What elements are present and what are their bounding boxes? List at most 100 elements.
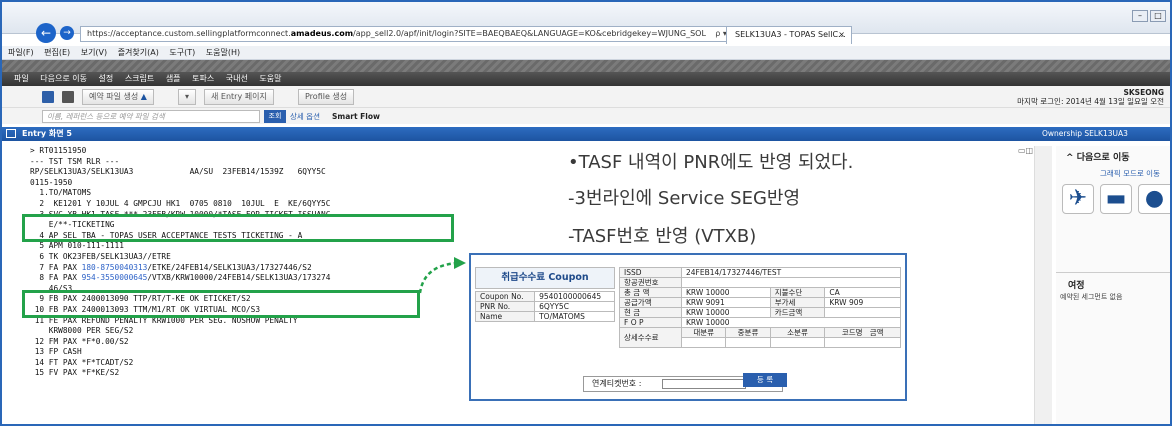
menu-view[interactable]: 보기(V) [81,48,107,57]
app-menu-settings[interactable]: 설정 [99,74,114,83]
menu-help[interactable]: 도움말(H) [206,48,240,57]
airplane-icon[interactable]: ✈ [1062,184,1094,214]
app-header-stripe [2,60,1170,72]
app-menu-help[interactable]: 도움말 [259,74,281,83]
table-row: 항공권번호 [619,277,901,288]
terminal-line: > RT01151950 [30,146,87,155]
coupon-title: 취급수수료 Coupon [475,267,615,289]
ticket-number-7[interactable]: 180-8750040313 [82,263,148,272]
url-domain: amadeus.com [290,29,354,38]
line7-prefix: 7 FA PAX [30,262,82,272]
terminal-line: 0115-1950 [30,177,73,187]
tab-close-icon[interactable]: × [838,27,845,43]
ownership-label: Ownership SELK13UA3 [1042,129,1128,138]
app-menu-domestic[interactable]: 국내선 [226,74,248,83]
last-login: 마지막 로그인: 2014년 4월 13일 일요일 오전 [1017,97,1164,106]
terminal-line: RP/SELK13UA3/SELK13UA3 AA/SU 23FEB14/153… [30,167,326,177]
itinerary-title: 여정 [1068,281,1085,291]
detail-option-link[interactable]: 상세 옵션 [290,110,320,123]
app-menu-sample[interactable]: 샘플 [166,74,181,83]
entry-screen-icon [6,129,16,138]
line8-rest: /VTXB/KRW10000/24FEB14/SELK13UA3/173274 [147,273,331,283]
linked-ticket-input[interactable] [662,379,746,389]
entry-title: Entry 화면 5 [22,129,73,138]
address-input[interactable]: https://acceptance.custom.sellingplatfor… [80,26,740,42]
coupon-right-table: ISSD 24FEB14/17327446/TEST 항공권번호 총 금 액 KRW… [619,267,901,348]
ticket-number-8[interactable]: 954-3550000645 [82,273,148,282]
new-entry-button[interactable]: 새 Entry 페이지 [204,89,274,105]
app-menu-topas[interactable]: 토파스 [192,74,214,83]
car-icon[interactable]: ● [1138,184,1170,214]
goto-title-label: 다음으로 이동 [1076,153,1130,163]
app-menu-file[interactable]: 파일 [14,74,29,83]
issd-value: 24FEB14/17327446/TEST [681,267,901,278]
terminal-line: 12 FM PAX *F*0.00/S2 [30,336,129,346]
create-reservation-label: 예약 파일 생성 [89,92,139,101]
menu-tools[interactable]: 도구(T) [169,48,195,57]
terminal-line: 14 FT PAX *F*TCADT/S2 [30,357,134,367]
forward-icon[interactable]: → [60,26,74,40]
table-row: ISSD 24FEB14/17327446/TEST [619,267,901,278]
search-button[interactable]: 조회 [264,110,286,123]
hotel-bed-icon[interactable]: ▬ [1100,184,1132,214]
cash-label: 현 금 [619,307,682,318]
chevron-up-icon[interactable]: ^ [1066,153,1077,163]
goto-title: ^ 다음으로 이동 [1066,150,1130,163]
detail-cell [680,337,727,348]
pane-layout-icons[interactable]: ▭◫ [1018,146,1033,155]
dropdown-icon[interactable]: ▾ [178,89,196,105]
browser-tab[interactable]: SELK13UA3 - TOPAS SellC... × [726,26,852,44]
pnr-no-value: 6QYY5C [534,301,615,312]
coupon-left-table: Coupon No. 9540100000645 PNR No. 6QYY5C Na… [474,291,615,322]
create-reservation-button[interactable]: 예약 파일 생성 ▲ [82,89,154,105]
detail-header-code-label: 코드명 [841,328,863,337]
airline-ticket-value [681,277,901,288]
fop-value: KRW 10000 [681,317,901,328]
airline-ticket-label: 항공권번호 [619,277,682,288]
save-icon[interactable] [42,91,54,103]
payment-method-label: 지불수단 [769,287,826,298]
smart-flow-link[interactable]: Smart Flow [332,110,380,123]
search-input[interactable]: 이름, 레퍼런스 등으로 예약 파일 검색 [42,110,260,123]
annotation-3: -TASF번호 반영 (VTXB) [568,226,757,247]
app-menu-goto[interactable]: 다음으로 이동 [40,74,87,83]
coupon-panel: 취급수수료 Coupon Coupon No. 9540100000645 PNR… [469,253,907,401]
app-menubar: 파일 다음으로 이동 설정 스크립트 샘플 토파스 국내선 도움말 [2,72,1170,86]
annotation-1: •TASF 내역이 PNR에도 반영 되었다. [568,152,854,173]
minimize-icon[interactable]: – [1132,10,1148,22]
url-suffix: /app_sell2.0/apf/init/login?SITE=BAEQBAE… [353,29,706,38]
graphic-mode-link[interactable]: 그래픽 모드로 이동 [1100,168,1160,179]
highlight-box-segments [22,214,454,242]
scrollbar[interactable] [1034,146,1052,424]
terminal-line: KRW8000 PER SEG/S2 [30,326,134,336]
tab-title: SELK13UA3 - TOPAS SellC... [735,30,846,39]
detail-header-major: 대분류 [680,327,727,338]
back-icon[interactable]: ← [36,23,56,43]
detail-header-mid: 중분류 [725,327,771,338]
user-name: SKSEONG [1123,88,1164,97]
entry-bar: Entry 화면 5 Ownership SELK13UA3 [2,127,1170,141]
detail-cell [824,337,901,348]
terminal-line: 1.TO/MATOMS [30,188,92,198]
print-icon[interactable] [62,91,74,103]
register-button[interactable]: 등 록 [743,373,787,387]
payment-method-value: CA [824,287,901,298]
pnr-no-label: PNR No. [474,301,536,312]
annotation-2: -3번라인에 Service SEG반영 [568,188,801,209]
menu-file[interactable]: 파일(F) [8,48,34,57]
menu-favorites[interactable]: 즐겨찾기(A) [118,48,159,57]
terminal-line: 2 KE1201 Y 10JUL 4 GMPCJU HK1 0705 0810 … [30,198,331,208]
detail-header-code: 코드명 금액 [824,327,901,338]
supply-price-value: KRW 9091 [681,297,771,308]
detail-cell [769,337,826,348]
vat-value: KRW 909 [824,297,901,308]
menu-edit[interactable]: 편집(E) [44,48,70,57]
app-menu-script[interactable]: 스크립트 [125,74,154,83]
linked-ticket-label: 연계티켓번호 : [592,379,642,388]
detail-header-amount: 금액 [869,328,884,337]
green-arrow-icon [418,257,466,294]
table-row: F O P KRW 10000 [619,317,901,328]
create-profile-button[interactable]: Profile 생성 [298,89,355,105]
user-info: SKSEONG 마지막 로그인: 2014년 4월 13일 일요일 오전 [1017,88,1164,106]
maximize-icon[interactable]: □ [1150,10,1166,22]
